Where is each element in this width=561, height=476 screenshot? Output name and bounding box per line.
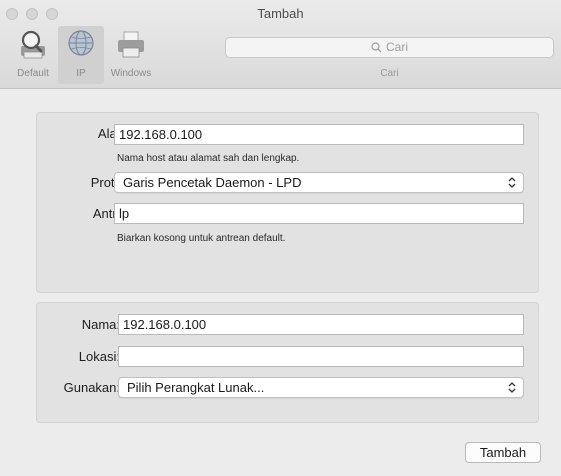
ip-settings-panel: Alamat: 192.168.0.100 Nama host atau ala… (36, 112, 539, 293)
printer-icon (118, 31, 144, 58)
updown-arrows-icon (508, 382, 516, 393)
toolbar-default[interactable]: Default (10, 26, 56, 84)
window-title: Tambah (257, 6, 304, 21)
toolbar-ip-label: IP (76, 68, 86, 79)
search-placeholder: Cari (385, 40, 408, 54)
queue-field[interactable]: lp (114, 203, 524, 224)
magnifier-printer-icon (21, 30, 45, 59)
use-label: Gunakan: (63, 380, 120, 395)
name-field[interactable]: 192.168.0.100 (118, 314, 524, 335)
use-value: Pilih Perangkat Lunak... (127, 380, 265, 395)
toolbar-windows-label: Windows (110, 68, 152, 79)
use-driver-select[interactable]: Pilih Perangkat Lunak... (118, 377, 524, 398)
toolbar-ip[interactable]: IP (58, 26, 104, 84)
name-label: Nama: (81, 317, 120, 332)
queue-hint: Biarkan kosong untuk antrean default. (117, 233, 286, 244)
address-hint: Nama host atau alamat sah dan lengkap. (117, 153, 300, 164)
location-label: Lokasi: (78, 349, 120, 364)
search-field[interactable]: Cari (225, 37, 554, 58)
search-caption: Cari (380, 68, 399, 79)
toolbar-default-label: Default (17, 68, 49, 79)
search-icon (371, 42, 382, 53)
add-button[interactable]: Tambah (465, 442, 541, 463)
protocol-select[interactable]: Garis Pencetak Daemon - LPD (114, 172, 524, 193)
add-printer-window: Tambah Default IP Windows Cari Cari 192.… (0, 0, 561, 476)
protocol-value: Garis Pencetak Daemon - LPD (123, 175, 302, 190)
toolbar: Tambah Default IP Windows Cari Cari (0, 0, 561, 89)
printer-info-panel: Nama: 192.168.0.100 Lokasi: Gunakan: Pil… (36, 302, 539, 423)
toolbar-windows[interactable]: Windows (106, 26, 156, 84)
location-field[interactable] (118, 346, 524, 367)
updown-arrows-icon (508, 177, 516, 188)
address-field[interactable]: 192.168.0.100 (114, 124, 524, 145)
globe-icon (68, 30, 94, 56)
